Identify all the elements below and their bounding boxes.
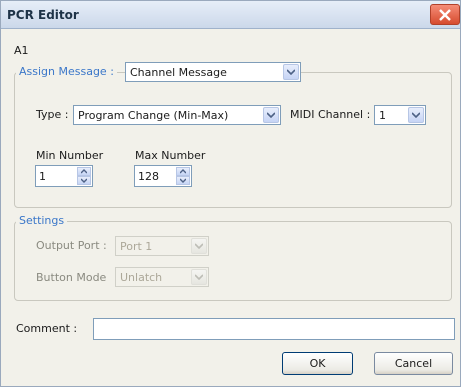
min-number-value: 1: [39, 170, 46, 183]
max-number-stepper[interactable]: 128: [134, 165, 192, 187]
comment-label: Comment :: [16, 322, 78, 335]
type-select[interactable]: Program Change (Min-Max): [73, 105, 281, 125]
window-title: PCR Editor: [7, 8, 79, 22]
type-select-value: Program Change (Min-Max): [78, 109, 229, 122]
button-mode-label: Button Mode: [36, 271, 107, 284]
control-id-label: A1: [14, 44, 29, 57]
close-icon: [439, 9, 451, 21]
ok-button[interactable]: OK: [282, 352, 353, 375]
min-number-stepper[interactable]: 1: [35, 165, 93, 187]
chevron-down-icon[interactable]: [263, 107, 279, 123]
type-label: Type :: [36, 108, 69, 121]
message-select[interactable]: Channel Message: [125, 62, 301, 82]
title-bar: PCR Editor: [1, 1, 460, 29]
chevron-down-icon: [191, 269, 207, 285]
settings-legend: Settings: [16, 214, 68, 227]
spin-down-icon[interactable]: [77, 176, 91, 185]
midi-channel-value: 1: [379, 109, 386, 122]
assign-message-group: [14, 72, 452, 208]
pcr-editor-dialog: PCR Editor A1 Assign Message : Channel M…: [0, 0, 461, 387]
cancel-button-label: Cancel: [394, 357, 433, 370]
ok-button-label: OK: [309, 357, 326, 370]
max-number-value: 128: [138, 170, 159, 183]
settings-group: [14, 221, 452, 301]
button-mode-value: Unlatch: [120, 271, 163, 284]
cancel-button[interactable]: Cancel: [374, 352, 453, 375]
message-select-value: Channel Message: [130, 66, 227, 79]
min-number-label: Min Number: [36, 149, 104, 162]
midi-channel-select[interactable]: 1: [374, 105, 426, 125]
spin-down-icon[interactable]: [176, 176, 190, 185]
assign-message-legend: Assign Message :: [16, 65, 117, 78]
spin-up-icon[interactable]: [176, 167, 190, 176]
spin-up-icon[interactable]: [77, 167, 91, 176]
midi-channel-label: MIDI Channel :: [290, 108, 371, 121]
comment-field[interactable]: [93, 318, 455, 340]
button-mode-select: Unlatch: [115, 267, 209, 287]
chevron-down-icon: [191, 238, 207, 254]
chevron-down-icon[interactable]: [408, 107, 424, 123]
chevron-down-icon[interactable]: [283, 64, 299, 80]
output-port-select: Port 1: [115, 236, 209, 256]
close-button[interactable]: [430, 4, 460, 25]
max-number-label: Max Number: [135, 149, 206, 162]
output-port-value: Port 1: [120, 240, 153, 253]
output-port-label: Output Port :: [36, 239, 107, 252]
